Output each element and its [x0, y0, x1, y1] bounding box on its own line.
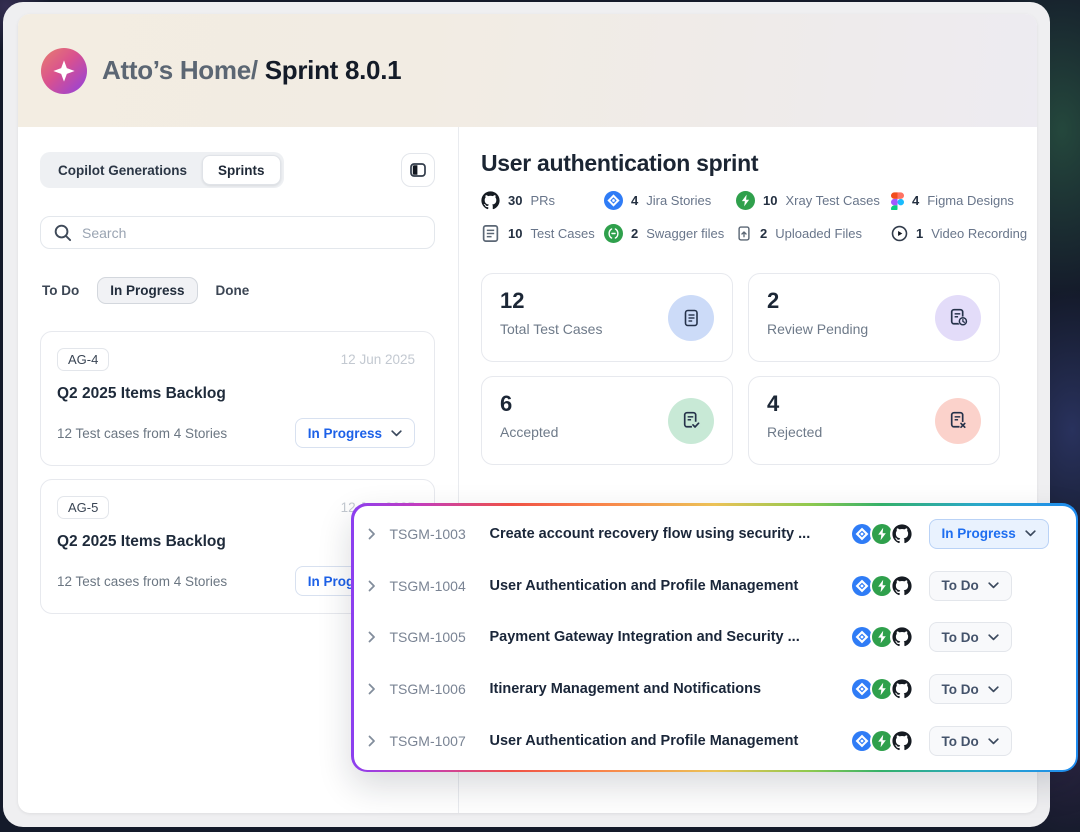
card-subtitle: 12 Test cases from 4 Stories — [57, 426, 227, 441]
breadcrumb: Atto’s Home/ — [102, 55, 258, 85]
card-subtitle: 12 Test cases from 4 Stories — [57, 574, 227, 589]
test-case-key: TSGM-1007 — [390, 733, 478, 749]
stat-figma-designs: 4Figma Designs — [891, 191, 1027, 210]
card-title: Q2 2025 Items Backlog — [57, 385, 415, 403]
tab-sprints[interactable]: Sprints — [202, 155, 281, 185]
sprint-title-text: Sprint 8.0.1 — [265, 55, 402, 85]
sprint-stats: 30PRs 4Jira Stories 10Xray Test Cases 4F… — [481, 191, 1027, 243]
search-input[interactable] — [82, 225, 422, 241]
summary-card-total: 12 Total Test Cases — [481, 273, 733, 362]
github-icon — [890, 729, 914, 753]
stat-prs: 30PRs — [481, 191, 604, 210]
chevron-right-icon[interactable] — [367, 528, 377, 540]
test-case-key: TSGM-1004 — [390, 578, 478, 594]
test-case-row-1004[interactable]: TSGM-1004 User Authentication and Profil… — [367, 560, 1062, 611]
summary-cards: 12 Total Test Cases 2 Review Pending — [481, 273, 1027, 465]
status-select[interactable]: To Do — [929, 571, 1012, 601]
github-icon — [890, 522, 914, 546]
sparkle-star-icon — [51, 58, 77, 84]
chevron-right-icon[interactable] — [367, 735, 377, 747]
chevron-down-icon — [988, 634, 999, 641]
status-select[interactable]: To Do — [929, 622, 1012, 652]
search-field[interactable] — [40, 216, 435, 249]
summary-card-review-pending: 2 Review Pending — [748, 273, 1000, 362]
document-clock-icon — [935, 295, 981, 341]
test-case-key: TSGM-1005 — [390, 629, 478, 645]
view-switcher: Copilot Generations Sprints — [40, 152, 284, 188]
test-case-title: Itinerary Management and Notifications — [490, 681, 850, 697]
test-cases-icon — [481, 224, 500, 243]
chevron-down-icon — [391, 430, 402, 437]
filter-done[interactable]: Done — [214, 278, 252, 303]
filter-in-progress[interactable]: In Progress — [97, 277, 197, 304]
sidebar-toggle-button[interactable] — [401, 153, 435, 187]
sprint-overview-title: User authentication sprint — [481, 150, 1027, 177]
sprint-card-ag4[interactable]: AG-4 12 Jun 2025 Q2 2025 Items Backlog 1… — [40, 331, 435, 466]
document-check-icon — [668, 398, 714, 444]
app-header: Atto’s Home/ Sprint 8.0.1 — [18, 14, 1037, 127]
app-logo — [41, 48, 87, 94]
chevron-right-icon[interactable] — [367, 631, 377, 643]
stat-swagger-files: 2Swagger files — [604, 224, 736, 243]
document-x-icon — [935, 398, 981, 444]
test-case-title: Payment Gateway Integration and Security… — [490, 629, 850, 645]
stat-video-recording: 1Video Recording — [891, 224, 1027, 243]
figma-icon — [891, 191, 904, 210]
card-date: 12 Jun 2025 — [341, 352, 415, 367]
summary-card-rejected: 4 Rejected — [748, 376, 1000, 465]
chevron-down-icon — [988, 738, 999, 745]
status-select[interactable]: To Do — [929, 674, 1012, 704]
card-status-select[interactable]: In Progress — [295, 418, 415, 448]
test-case-row-1005[interactable]: TSGM-1005 Payment Gateway Integration an… — [367, 612, 1062, 663]
source-icons — [850, 729, 914, 753]
test-case-key: TSGM-1006 — [390, 681, 478, 697]
summary-card-accepted: 6 Accepted — [481, 376, 733, 465]
source-icons — [850, 522, 914, 546]
chevron-down-icon — [1025, 530, 1036, 537]
chevron-down-icon — [988, 582, 999, 589]
test-case-title: User Authentication and Profile Manageme… — [490, 733, 850, 749]
test-case-row-1007[interactable]: TSGM-1007 User Authentication and Profil… — [367, 716, 1062, 767]
stat-jira-stories: 4Jira Stories — [604, 191, 736, 210]
status-filters: To Do In Progress Done — [40, 277, 435, 304]
xray-icon — [736, 191, 755, 210]
sidebar-toggle-icon — [409, 161, 427, 179]
status-select[interactable]: To Do — [929, 726, 1012, 756]
jira-icon — [604, 191, 623, 210]
test-case-title: User Authentication and Profile Manageme… — [490, 578, 850, 594]
source-icons — [850, 574, 914, 598]
filter-todo[interactable]: To Do — [40, 278, 81, 303]
chevron-right-icon[interactable] — [367, 683, 377, 695]
status-select[interactable]: In Progress — [929, 519, 1049, 549]
chevron-down-icon — [988, 686, 999, 693]
tab-copilot-generations[interactable]: Copilot Generations — [43, 163, 202, 178]
test-cases-popup: TSGM-1003 Create account recovery flow u… — [351, 503, 1078, 772]
card-key-badge: AG-4 — [57, 348, 109, 371]
github-icon — [890, 625, 914, 649]
test-case-title: Create account recovery flow using secur… — [490, 526, 850, 542]
stat-uploaded-files: 2Uploaded Files — [736, 224, 891, 243]
source-icons — [850, 625, 914, 649]
test-case-row-1006[interactable]: TSGM-1006 Itinerary Management and Notif… — [367, 664, 1062, 715]
chevron-right-icon[interactable] — [367, 580, 377, 592]
github-icon — [890, 574, 914, 598]
github-icon — [481, 191, 500, 210]
test-case-row-1003[interactable]: TSGM-1003 Create account recovery flow u… — [367, 508, 1062, 559]
card-key-badge: AG-5 — [57, 496, 109, 519]
search-icon — [53, 223, 72, 242]
source-icons — [850, 677, 914, 701]
video-icon — [891, 224, 908, 243]
swagger-icon — [604, 224, 623, 243]
test-case-key: TSGM-1003 — [390, 526, 478, 542]
page-title: Atto’s Home/ Sprint 8.0.1 — [102, 55, 401, 86]
stat-xray-test-cases: 10Xray Test Cases — [736, 191, 891, 210]
upload-file-icon — [736, 224, 752, 243]
document-icon — [668, 295, 714, 341]
github-icon — [890, 677, 914, 701]
stat-test-cases: 10Test Cases — [481, 224, 604, 243]
